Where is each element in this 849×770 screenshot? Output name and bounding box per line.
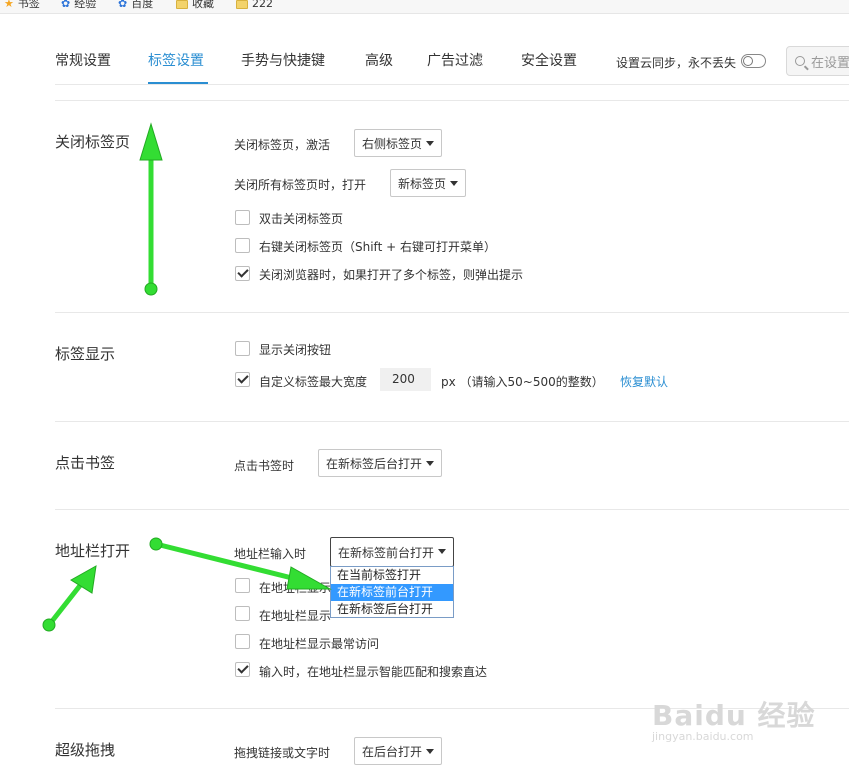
paw-icon: ✿ xyxy=(61,0,71,10)
tab-adblock[interactable]: 广告过滤 xyxy=(427,50,483,70)
divider xyxy=(55,312,849,313)
divider xyxy=(55,509,849,510)
warn-on-close-checkbox[interactable] xyxy=(235,266,250,281)
tab-advanced[interactable]: 高级 xyxy=(365,50,393,70)
address-option-4-checkbox[interactable] xyxy=(235,662,250,677)
divider xyxy=(55,84,849,85)
address-option-1-checkbox[interactable] xyxy=(235,578,250,593)
right-click-close-label: 右键关闭标签页（Shift + 右键可打开菜单） xyxy=(259,240,496,254)
annotation-arrowhead xyxy=(70,565,97,594)
show-close-button-checkbox[interactable] xyxy=(235,341,250,356)
tab-tab-settings[interactable]: 标签设置 xyxy=(148,50,204,70)
bookmark-item-jingyan[interactable]: ✿ 经验 xyxy=(61,0,96,9)
folder-icon xyxy=(236,0,248,9)
baidu-watermark-logo: Baidu 经验 xyxy=(652,699,816,732)
sync-label: 设置云同步，永不丢失 xyxy=(616,56,737,70)
tab-width-input[interactable]: 200 xyxy=(380,368,431,391)
section-title-super-drag: 超级拖拽 xyxy=(55,741,116,759)
annotation-dot xyxy=(144,282,158,296)
chevron-down-icon xyxy=(426,461,434,466)
section-title-tab-display: 标签显示 xyxy=(55,345,116,363)
custom-width-label: 自定义标签最大宽度 xyxy=(259,375,368,389)
address-option-2-label: 在地址栏显示 xyxy=(259,609,332,623)
bookmark-item-shuqian[interactable]: ★ 书签 xyxy=(4,0,40,9)
folder-icon xyxy=(176,0,188,9)
close-all-select[interactable]: 新标签页 xyxy=(390,169,466,197)
address-bar-select[interactable]: 在新标签前台打开 xyxy=(330,537,454,567)
paw-icon: ✿ xyxy=(118,0,128,10)
address-bar-dropdown: 在当前标签打开 在新标签前台打开 在新标签后台打开 xyxy=(330,566,454,618)
bookmark-item-222[interactable]: 222 xyxy=(236,0,273,9)
activate-label: 关闭标签页，激活 xyxy=(234,138,331,152)
tab-security[interactable]: 安全设置 xyxy=(521,50,577,70)
bookmarks-bar: ★ 书签 ✿ 经验 ✿ 百度 收藏 222 xyxy=(0,0,849,14)
tab-general[interactable]: 常规设置 xyxy=(55,50,111,70)
section-title-address-bar: 地址栏打开 xyxy=(55,542,131,560)
address-option-2-checkbox[interactable] xyxy=(235,606,250,621)
activate-select[interactable]: 右侧标签页 xyxy=(354,129,442,157)
bookmark-item-shoucang[interactable]: 收藏 xyxy=(176,0,214,9)
tab-gestures[interactable]: 手势与快捷键 xyxy=(241,50,325,70)
annotation-dot xyxy=(149,537,163,551)
super-drag-label: 拖拽链接或文字时 xyxy=(234,746,331,760)
search-icon xyxy=(795,56,805,66)
sync-toggle[interactable] xyxy=(741,54,766,68)
chevron-down-icon xyxy=(426,749,434,754)
annotation-dot xyxy=(42,618,56,632)
dropdown-option-current-tab[interactable]: 在当前标签打开 xyxy=(331,567,453,584)
chevron-down-icon xyxy=(450,181,458,186)
bookmark-item-baidu[interactable]: ✿ 百度 xyxy=(118,0,153,9)
chevron-down-icon xyxy=(438,549,446,554)
divider xyxy=(55,421,849,422)
star-icon: ★ xyxy=(4,0,14,10)
right-click-close-checkbox[interactable] xyxy=(235,238,250,253)
tab-width-hint: px （请输入50~500的整数） xyxy=(441,375,604,389)
search-input[interactable]: 在设置 xyxy=(786,46,849,76)
double-click-close-label: 双击关闭标签页 xyxy=(259,212,344,226)
warn-on-close-label: 关闭浏览器时，如果打开了多个标签，则弹出提示 xyxy=(259,268,524,282)
address-option-1-label: 在地址栏显示 xyxy=(259,581,332,595)
chevron-down-icon xyxy=(426,141,434,146)
click-bookmark-select[interactable]: 在新标签后台打开 xyxy=(318,449,442,477)
super-drag-select[interactable]: 在后台打开 xyxy=(354,737,442,765)
section-title-click-bookmark: 点击书签 xyxy=(55,454,116,472)
address-bar-label: 地址栏输入时 xyxy=(234,547,307,561)
divider xyxy=(55,100,849,101)
address-option-3-label: 在地址栏显示最常访问 xyxy=(259,637,380,651)
baidu-watermark-url: jingyan.baidu.com xyxy=(652,730,754,743)
dropdown-option-new-background[interactable]: 在新标签后台打开 xyxy=(331,601,453,618)
dropdown-option-new-foreground[interactable]: 在新标签前台打开 xyxy=(331,584,453,601)
custom-width-checkbox[interactable] xyxy=(235,372,250,387)
settings-tabs: 常规设置 标签设置 手势与快捷键 高级 广告过滤 安全设置 设置云同步，永不丢失… xyxy=(0,42,849,84)
annotation-arrowhead xyxy=(139,122,163,161)
restore-default-link[interactable]: 恢复默认 xyxy=(620,373,668,390)
section-title-close-tab: 关闭标签页 xyxy=(55,133,131,151)
address-option-4-label: 输入时，在地址栏显示智能匹配和搜索直达 xyxy=(259,665,488,679)
click-bookmark-label: 点击书签时 xyxy=(234,459,295,473)
annotation-arrow xyxy=(46,580,85,628)
show-close-button-label: 显示关闭按钮 xyxy=(259,343,332,357)
address-option-3-checkbox[interactable] xyxy=(235,634,250,649)
double-click-close-checkbox[interactable] xyxy=(235,210,250,225)
close-all-label: 关闭所有标签页时，打开 xyxy=(234,178,367,192)
toggle-knob xyxy=(743,56,753,66)
